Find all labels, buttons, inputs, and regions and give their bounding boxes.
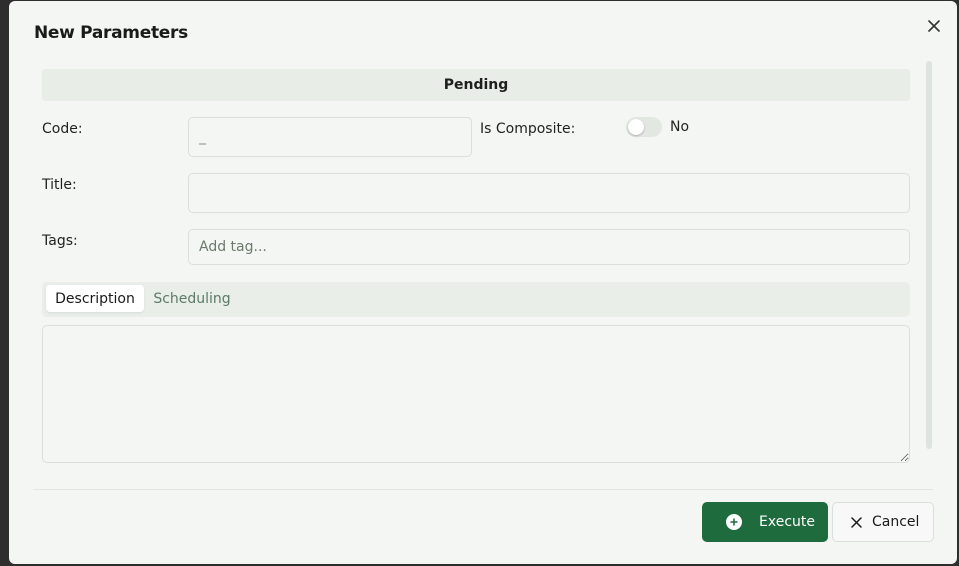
- x-icon: [851, 516, 862, 528]
- close-button[interactable]: [924, 16, 944, 36]
- title-label: Title:: [42, 177, 77, 193]
- is-composite-toggle[interactable]: [626, 117, 662, 137]
- tab-scheduling[interactable]: Scheduling: [148, 285, 236, 312]
- tab-bar: Description Scheduling: [42, 282, 910, 317]
- code-input[interactable]: [188, 117, 472, 157]
- cancel-label: Cancel: [872, 514, 920, 530]
- new-parameters-dialog: New Parameters Pending Code: Is Composit…: [9, 1, 957, 564]
- tab-description[interactable]: Description: [46, 285, 144, 312]
- scrollbar[interactable]: [926, 61, 932, 449]
- dialog-title: New Parameters: [34, 23, 188, 43]
- description-textarea[interactable]: [42, 325, 910, 463]
- cancel-button[interactable]: Cancel: [832, 502, 934, 542]
- footer-divider: [33, 489, 933, 490]
- tags-label: Tags:: [42, 233, 78, 249]
- plus-circle-icon: [726, 514, 742, 530]
- tags-input[interactable]: [188, 229, 910, 265]
- is-composite-label: Is Composite:: [480, 121, 576, 137]
- toggle-knob: [628, 119, 644, 135]
- is-composite-state: No: [670, 119, 690, 135]
- title-input[interactable]: [188, 173, 910, 213]
- close-icon: [928, 20, 940, 32]
- execute-button[interactable]: Execute: [702, 502, 828, 542]
- code-label: Code:: [42, 121, 83, 137]
- execute-label: Execute: [759, 514, 815, 530]
- status-banner: Pending: [42, 69, 910, 101]
